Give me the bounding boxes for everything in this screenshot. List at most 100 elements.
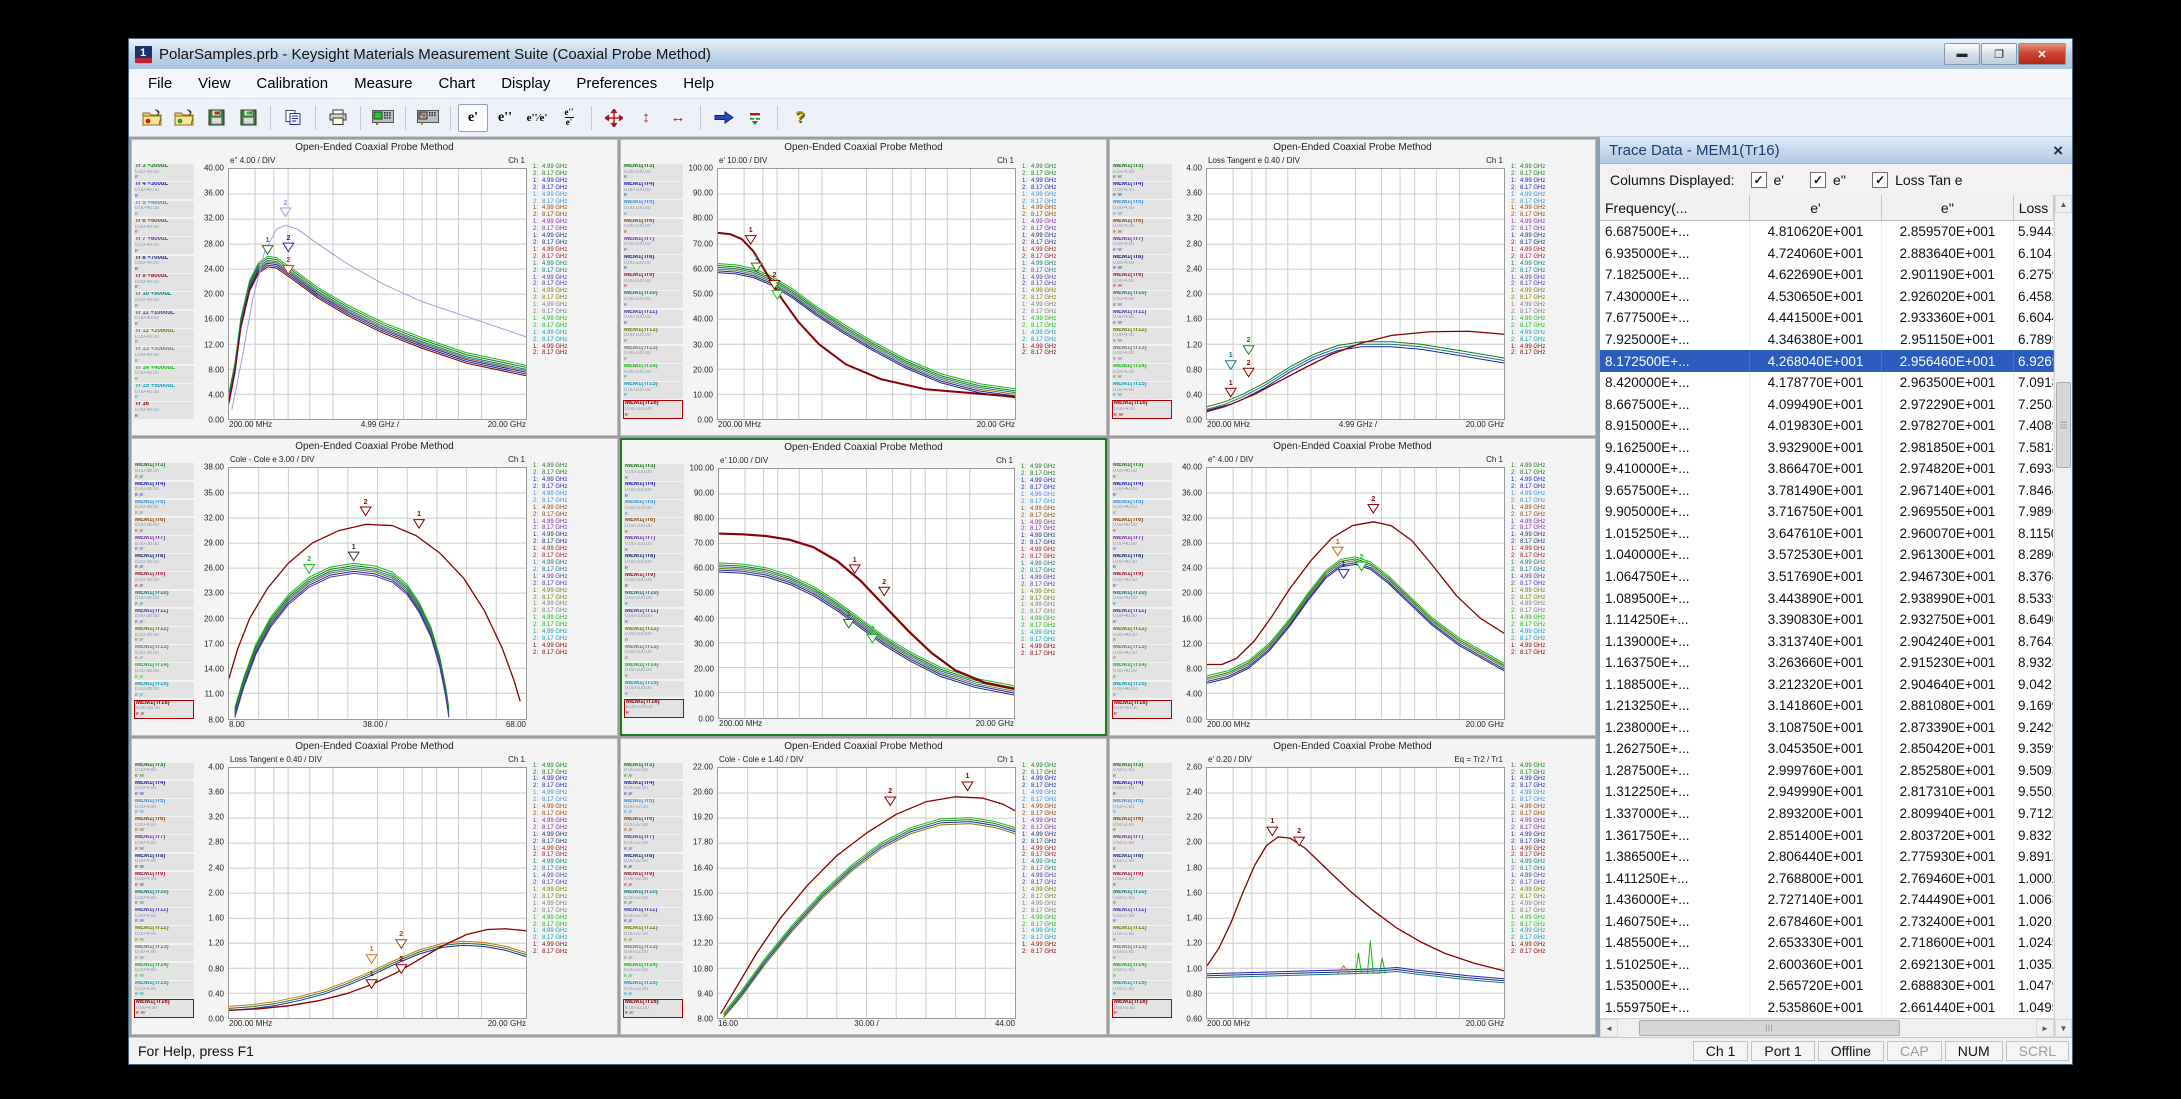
instrument-trigger-icon[interactable]	[413, 104, 443, 132]
table-row[interactable]: 1.015250E+...3.647610E+0012.960070E+0018…	[1600, 523, 2054, 545]
trace-panel-titlebar[interactable]: Trace Data - MEM1(Tr16) ×	[1600, 137, 2072, 164]
help-icon[interactable]: ?	[785, 104, 815, 132]
legend-entry[interactable]: MEM1(Tr13)0.60-2.60e'	[1112, 945, 1172, 962]
table-row[interactable]: 1.460750E+...2.678460E+0012.732400E+0011…	[1600, 911, 2054, 933]
hscroll-thumb[interactable]: |||	[1639, 1020, 1900, 1036]
legend-entry[interactable]: MEM1(Tr8)0.00-100.00e'	[623, 255, 683, 272]
legend-entry[interactable]: MEM1(Tr13)0.00-100.00e'	[624, 645, 684, 662]
legend-entry[interactable]: MEM1(Tr11)0.00-100.00e'	[624, 609, 684, 626]
table-row[interactable]: 1.040000E+...3.572530E+0012.961300E+0018…	[1600, 544, 2054, 566]
plot-area[interactable]: 1222	[228, 168, 527, 420]
legend-entry[interactable]: MEM1(Tr8)0.00-40.00e''	[1112, 554, 1172, 571]
legend-entry[interactable]: MEM1(Tr14)0.60-2.60e'	[1112, 963, 1172, 980]
chart-r1c3[interactable]: Open-Ended Coaxial Probe MethodMEM1(Tr3)…	[1109, 139, 1596, 436]
checkbox-losstane[interactable]: ✓	[1872, 172, 1888, 188]
legend-entry[interactable]: MEM1(Tr9)8.00-38.00e',e''	[134, 572, 194, 589]
legend-entry[interactable]: MEM1(Tr16)0.00-100.00e'	[624, 699, 684, 718]
marker-delta-icon[interactable]	[740, 104, 770, 132]
chart-r1c2[interactable]: Open-Ended Coaxial Probe MethodMEM1(Tr3)…	[620, 139, 1107, 436]
legend-entry[interactable]: MEM1(Tr15)0.60-2.60e'	[1112, 981, 1172, 998]
legend-entry[interactable]: MEM1(Tr8)0.00-4.00e''/e'	[134, 854, 194, 871]
table-row[interactable]: 1.436000E+...2.727140E+0012.744490E+0011…	[1600, 889, 2054, 911]
legend-entry[interactable]: MEM1(Tr7)0.00-100.00e'	[624, 536, 684, 553]
legend-entry[interactable]: MEM1(Tr5)8.00-22.00e',e''	[623, 799, 683, 816]
legend-entry[interactable]: MEM1(Tr8)0.00-100.00e'	[624, 554, 684, 571]
table-row[interactable]: 1.485500E+...2.653330E+0012.718600E+0011…	[1600, 932, 2054, 954]
plot-area[interactable]: 1212	[717, 168, 1016, 420]
autoscale-all-icon[interactable]	[599, 104, 629, 132]
table-row[interactable]: 7.925000E+...4.346380E+0012.951150E+0016…	[1600, 329, 2054, 351]
open-file-icon[interactable]	[137, 104, 167, 132]
table-row[interactable]: 9.657500E+...3.781490E+0012.967140E+0017…	[1600, 480, 2054, 502]
legend-entry[interactable]: MEM1(Tr16)8.00-38.00e',e''	[134, 700, 194, 719]
legend-entry[interactable]: MEM1(Tr15)0.00-4.00e''/e'	[134, 981, 194, 998]
legend-entry[interactable]: MEM1(Tr3)8.00-22.00e',e''	[623, 763, 683, 780]
legend-entry[interactable]: MEM1(Tr9)0.00-4.00e''/e'	[134, 872, 194, 889]
table-row[interactable]: 7.182500E+...4.622690E+0012.901190E+0016…	[1600, 264, 2054, 286]
legend-entry[interactable]: Tr 9 +800uL0.00-40.00e''	[134, 274, 194, 291]
chart-r2c2[interactable]: Open-Ended Coaxial Probe MethodMEM1(Tr3)…	[620, 438, 1107, 735]
legend-entry[interactable]: MEM1(Tr16)0.00-100.00e'	[623, 400, 683, 419]
legend-entry[interactable]: Tr 11 +1000uL0.00-40.00e''	[134, 311, 194, 328]
legend-entry[interactable]: MEM1(Tr4)8.00-22.00e',e''	[623, 781, 683, 798]
legend-entry[interactable]: MEM1(Tr10)0.60-2.60e'	[1112, 890, 1172, 907]
legend-entry[interactable]: MEM1(Tr14)8.00-38.00e',e''	[134, 663, 194, 680]
legend-entry[interactable]: MEM1(Tr15)0.00-4.00e''/e'	[1112, 382, 1172, 399]
table-row[interactable]: 1.213250E+...3.141860E+0012.881080E+0019…	[1600, 695, 2054, 717]
close-button[interactable]: ✕	[2018, 43, 2066, 65]
table-row[interactable]: 1.238000E+...3.108750E+0012.873390E+0019…	[1600, 717, 2054, 739]
table-row[interactable]: 1.188500E+...3.212320E+0012.904640E+0019…	[1600, 673, 2054, 695]
legend-entry[interactable]: MEM1(Tr4)0.60-2.60e'	[1112, 781, 1172, 798]
legend-entry[interactable]: MEM1(Tr12)0.00-4.00e''/e'	[1112, 328, 1172, 345]
legend-entry[interactable]: MEM1(Tr5)0.00-100.00e'	[624, 500, 684, 517]
legend-entry[interactable]: MEM1(Tr12)0.60-2.60e'	[1112, 926, 1172, 943]
legend-entry[interactable]: MEM1(Tr7)8.00-38.00e',e''	[134, 536, 194, 553]
legend-entry[interactable]: MEM1(Tr13)0.00-4.00e''/e'	[134, 945, 194, 962]
loss-tangent-fraction-button[interactable]: e''e'	[554, 104, 584, 132]
scroll-down-icon[interactable]: ▼	[2055, 1019, 2072, 1037]
legend-entry[interactable]: Tr 160.00-40.00e''	[134, 402, 194, 419]
legend-entry[interactable]: MEM1(Tr10)8.00-22.00e',e''	[623, 890, 683, 907]
legend-entry[interactable]: MEM1(Tr10)0.00-4.00e''/e'	[1112, 291, 1172, 308]
loss-tangent-ratio-button[interactable]: e''⁄e'	[522, 104, 552, 132]
legend-entry[interactable]: MEM1(Tr8)0.60-2.60e'	[1112, 854, 1172, 871]
legend-entry[interactable]: MEM1(Tr12)8.00-38.00e',e''	[134, 627, 194, 644]
legend-entry[interactable]: MEM1(Tr3)8.00-38.00e',e''	[134, 463, 194, 480]
legend-entry[interactable]: MEM1(Tr6)8.00-22.00e',e''	[623, 817, 683, 834]
legend-entry[interactable]: MEM1(Tr16)0.00-4.00e''/e'	[134, 999, 194, 1018]
legend-entry[interactable]: Tr 8 +700uL0.00-40.00e''	[134, 256, 194, 273]
legend-entry[interactable]: MEM1(Tr4)0.00-100.00e'	[623, 182, 683, 199]
legend-entry[interactable]: MEM1(Tr11)0.00-4.00e''/e'	[1112, 310, 1172, 327]
legend-entry[interactable]: MEM1(Tr12)8.00-22.00e',e''	[623, 926, 683, 943]
table-row[interactable]: 1.312250E+...2.949990E+0012.817310E+0019…	[1600, 781, 2054, 803]
checkbox-e[interactable]: ✓	[1751, 172, 1767, 188]
legend-entry[interactable]: MEM1(Tr4)8.00-38.00e',e''	[134, 482, 194, 499]
table-row[interactable]: 1.559750E+...2.535860E+0012.661440E+0011…	[1600, 997, 2054, 1019]
menu-file[interactable]: File	[135, 71, 185, 96]
column-header-3[interactable]: Loss	[2014, 195, 2054, 220]
legend-entry[interactable]: MEM1(Tr16)8.00-22.00e',e''	[623, 999, 683, 1018]
legend-entry[interactable]: Tr 7 +600uL0.00-40.00e''	[134, 237, 194, 254]
table-row[interactable]: 1.287500E+...2.999760E+0012.852580E+0019…	[1600, 760, 2054, 782]
legend-entry[interactable]: MEM1(Tr6)0.00-100.00e'	[624, 518, 684, 535]
legend-entry[interactable]: MEM1(Tr11)8.00-38.00e',e''	[134, 609, 194, 626]
legend-entry[interactable]: MEM1(Tr3)0.00-100.00e'	[624, 464, 684, 481]
legend-entry[interactable]: MEM1(Tr14)8.00-22.00e',e''	[623, 963, 683, 980]
menu-help[interactable]: Help	[670, 71, 727, 96]
restore-button[interactable]: ❐	[1981, 43, 2017, 65]
legend-entry[interactable]: MEM1(Tr12)0.00-40.00e''	[1112, 627, 1172, 644]
save-instrument-state-icon[interactable]	[233, 104, 263, 132]
table-row[interactable]: 1.139000E+...3.313740E+0012.904240E+0018…	[1600, 630, 2054, 652]
legend-entry[interactable]: Tr 12 +2000uL0.00-40.00e''	[134, 329, 194, 346]
legend-entry[interactable]: MEM1(Tr10)0.00-100.00e'	[624, 591, 684, 608]
legend-entry[interactable]: Tr 5 +400uL0.00-40.00e''	[134, 201, 194, 218]
legend-entry[interactable]: MEM1(Tr7)0.00-100.00e'	[623, 237, 683, 254]
legend-entry[interactable]: MEM1(Tr7)0.00-4.00e''/e'	[1112, 237, 1172, 254]
legend-entry[interactable]: MEM1(Tr11)0.60-2.60e'	[1112, 908, 1172, 925]
legend-entry[interactable]: Tr 13 +3000uL0.00-40.00e''	[134, 347, 194, 364]
chart-r2c3[interactable]: Open-Ended Coaxial Probe MethodMEM1(Tr3)…	[1109, 438, 1596, 735]
chart-r3c2[interactable]: Open-Ended Coaxial Probe MethodMEM1(Tr3)…	[620, 738, 1107, 1035]
legend-entry[interactable]: MEM1(Tr7)0.00-4.00e''/e'	[134, 835, 194, 852]
plot-area[interactable]: 12	[1206, 767, 1505, 1019]
legend-entry[interactable]: MEM1(Tr14)0.00-4.00e''/e'	[134, 963, 194, 980]
